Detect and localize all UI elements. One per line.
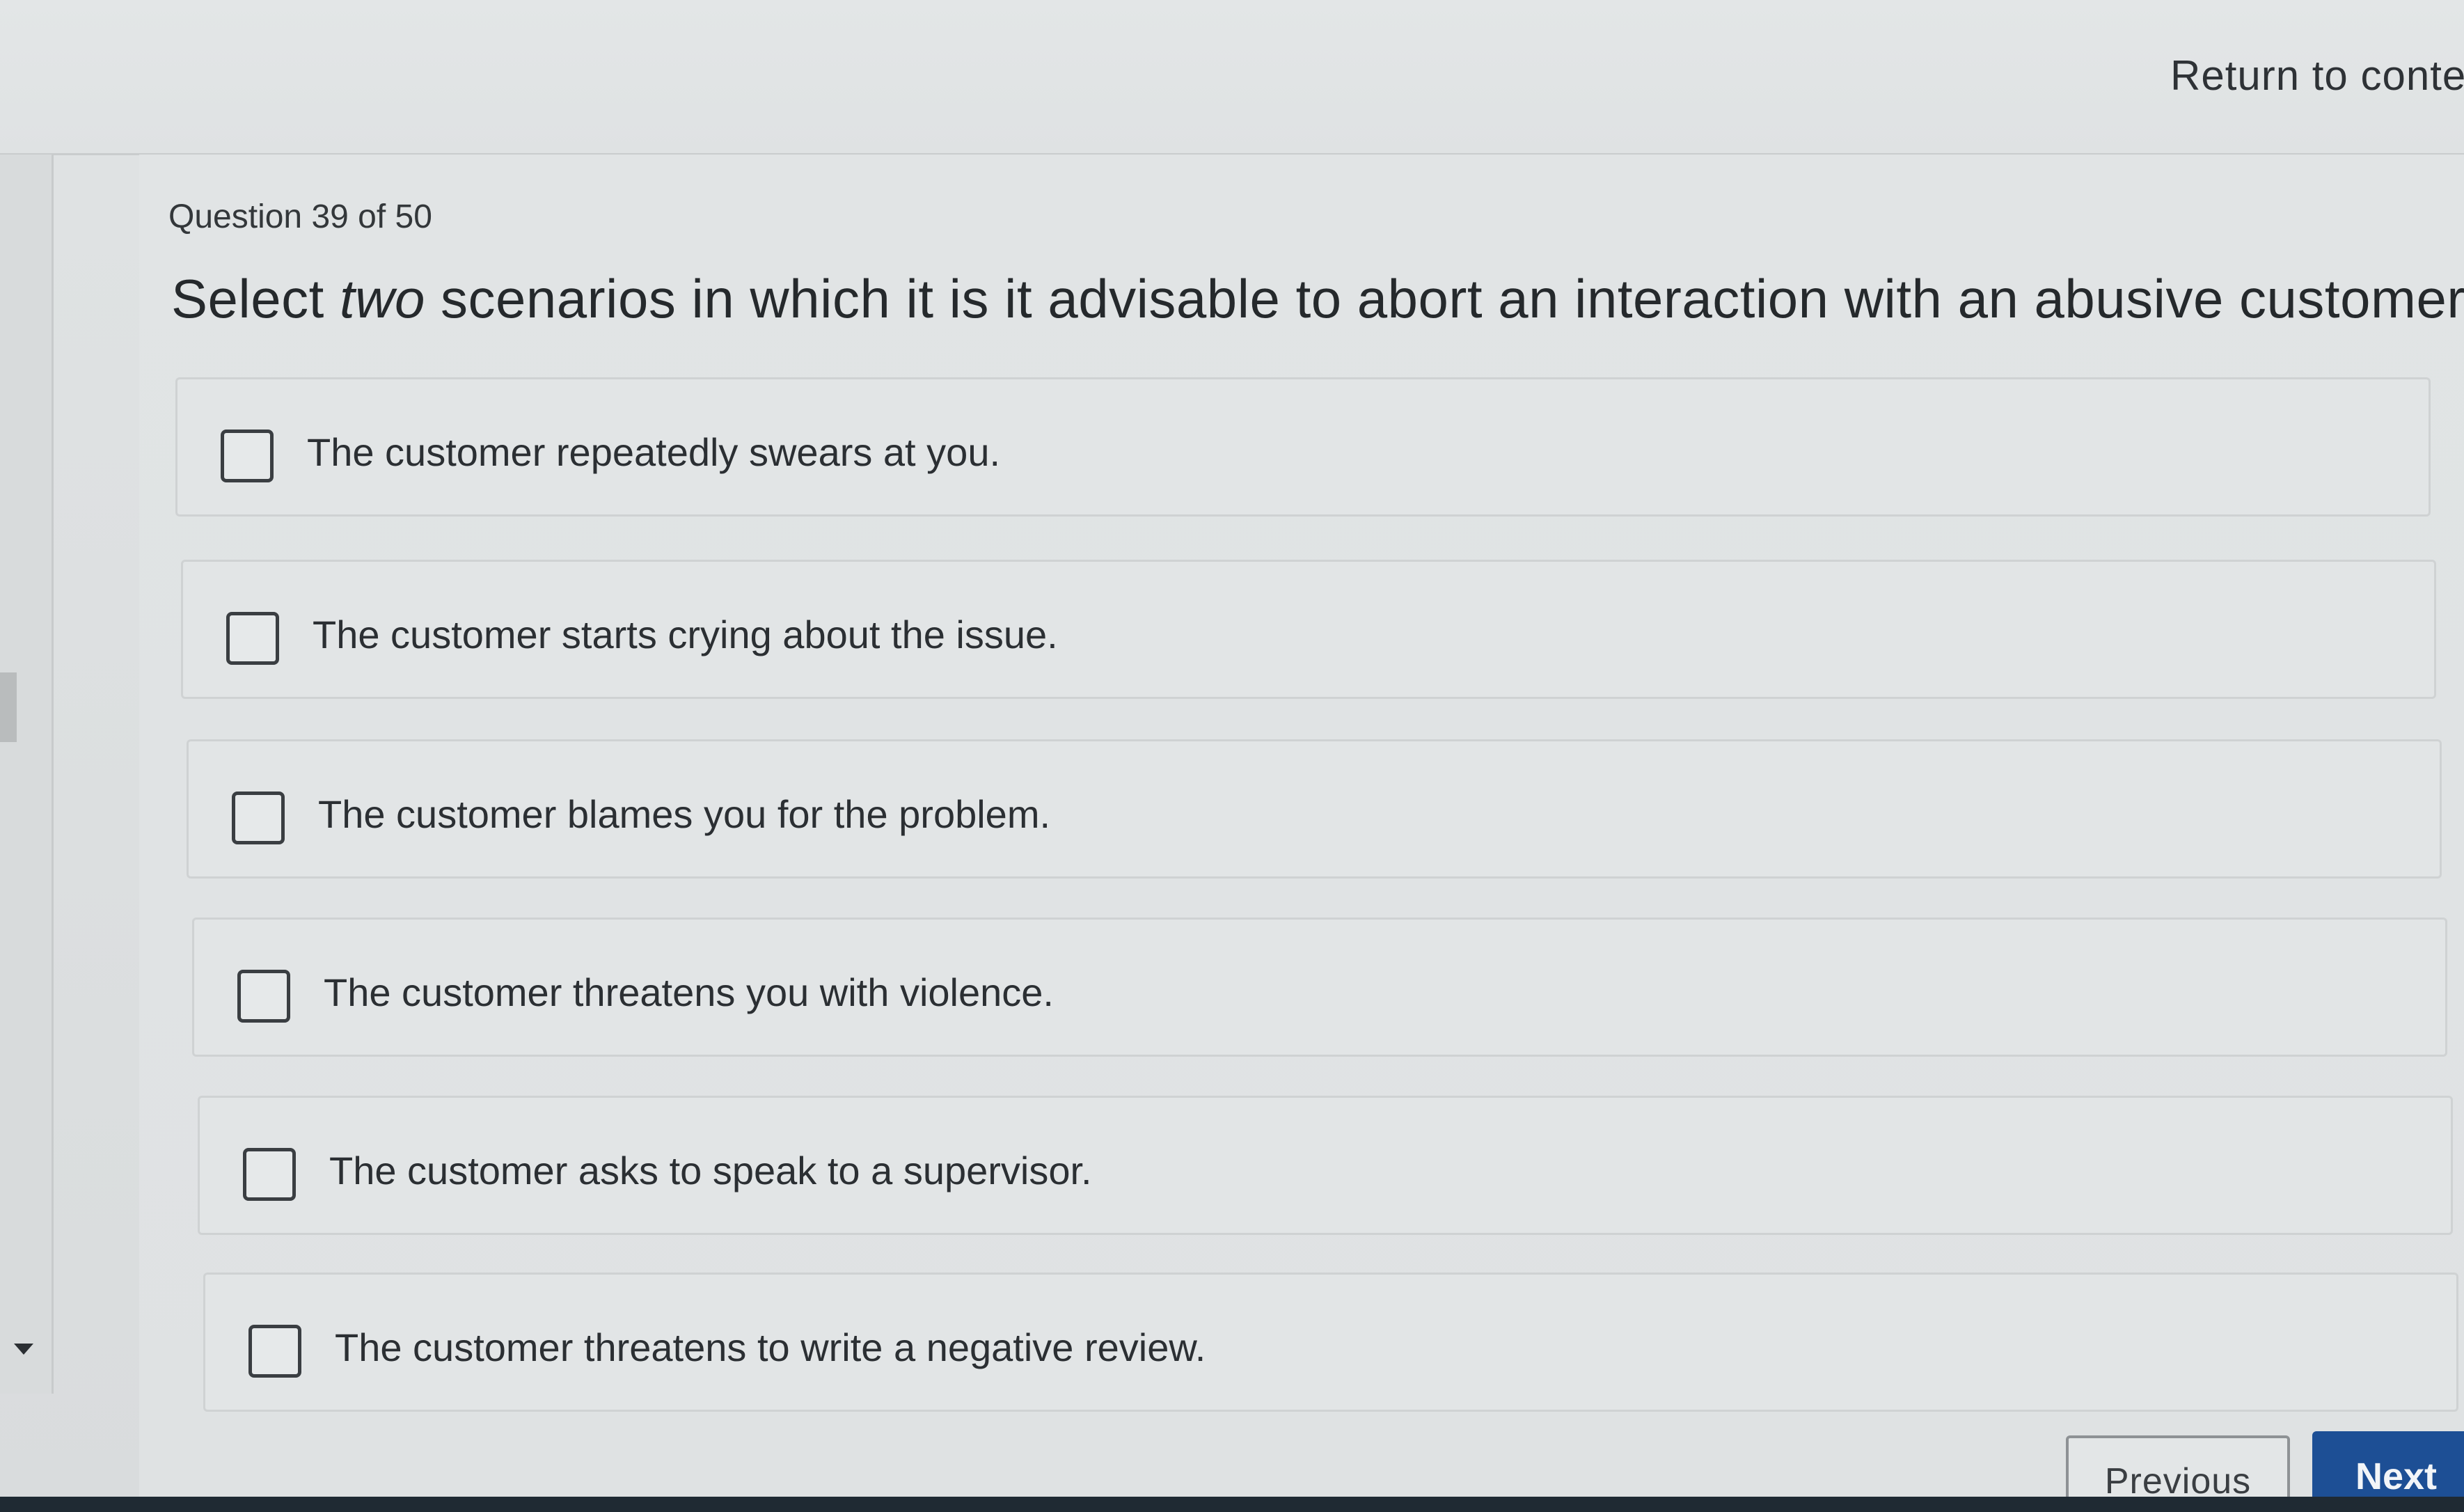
option-label: The customer blames you for the problem.: [318, 792, 1051, 836]
question-prompt: Select two scenarios in which it is it a…: [171, 267, 2464, 331]
option-label: The customer repeatedly swears at you.: [307, 430, 1001, 474]
answer-option[interactable]: The customer blames you for the problem.: [187, 739, 2442, 879]
checkbox[interactable]: [232, 792, 285, 844]
question-panel: Question 39 of 50 Select two scenarios i…: [139, 155, 2464, 1512]
left-rail: [0, 155, 54, 1394]
answer-option[interactable]: The customer threatens to write a negati…: [203, 1273, 2458, 1412]
prompt-text-end: scenarios in which it is it advisable to…: [425, 268, 2464, 329]
sidebar-toggle-tab[interactable]: [0, 672, 17, 742]
return-to-content-link[interactable]: Return to conte: [2170, 52, 2464, 100]
answer-option[interactable]: The customer threatens you with violence…: [192, 918, 2447, 1057]
checkbox[interactable]: [221, 430, 274, 482]
question-counter: Question 39 of 50: [168, 198, 432, 235]
option-label: The customer threatens to write a negati…: [335, 1325, 1206, 1369]
checkbox[interactable]: [243, 1148, 296, 1201]
checkbox[interactable]: [226, 612, 279, 665]
bottom-strip: [0, 1497, 2464, 1512]
prompt-emphasis: two: [339, 268, 425, 329]
quiz-screen: Return to conte Question 39 of 50 Select…: [0, 0, 2464, 1512]
top-bar: Return to conte: [0, 0, 2464, 155]
answer-option[interactable]: The customer repeatedly swears at you.: [175, 377, 2431, 517]
option-label: The customer starts crying about the iss…: [313, 613, 1058, 656]
prompt-text-start: Select: [171, 268, 340, 329]
option-label: The customer asks to speak to a supervis…: [329, 1149, 1092, 1192]
answer-option[interactable]: The customer starts crying about the iss…: [181, 560, 2436, 699]
answer-option[interactable]: The customer asks to speak to a supervis…: [198, 1096, 2453, 1235]
caret-down-icon[interactable]: [14, 1344, 33, 1355]
checkbox[interactable]: [237, 970, 290, 1023]
checkbox[interactable]: [248, 1325, 301, 1378]
option-label: The customer threatens you with violence…: [324, 970, 1054, 1014]
